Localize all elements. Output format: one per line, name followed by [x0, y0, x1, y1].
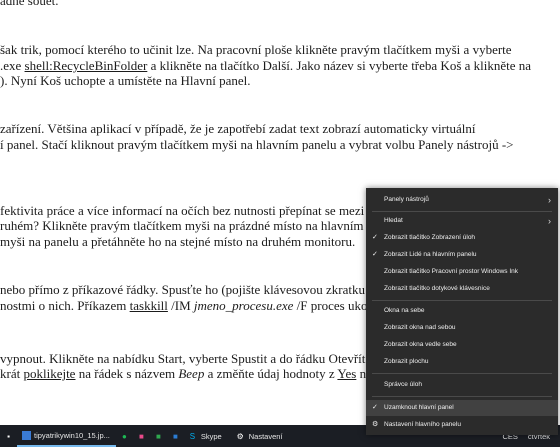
window-icon: ▪: [7, 431, 10, 441]
menu-item-touch-keyboard[interactable]: Zobrazit tlačítko dotykové klávesnice: [366, 281, 558, 297]
chevron-right-icon: ›: [548, 216, 551, 226]
taskbar-app-blue[interactable]: ■: [167, 425, 184, 447]
menu-item-people[interactable]: ✓ Zobrazit Lidé na hlavním panelu: [366, 247, 558, 263]
menu-item-windows-ink[interactable]: Zobrazit tlačítko Pracovní prostor Windo…: [366, 264, 558, 280]
menu-separator: [372, 300, 552, 301]
text-line: myši na panelu a přetáhněte ho na stejné…: [0, 234, 356, 249]
text-line: krát poklikejte na řádek s názvem Beep a…: [0, 366, 372, 381]
check-icon: ✓: [372, 404, 378, 411]
taskbar-context-menu: Panely nástrojů › Hledat › ✓ Zobrazit tl…: [366, 188, 558, 435]
poklikejte-link[interactable]: poklikejte: [23, 366, 75, 381]
text-line: ). Nyní Koš uchopte a umístěte na Hlavní…: [0, 73, 251, 88]
app-icon: ■: [138, 431, 144, 441]
command-link[interactable]: shell:RecycleBinFolder: [25, 58, 148, 73]
check-icon: ✓: [372, 251, 378, 258]
text-line: šak trik, pomocí kterého to učinit lze. …: [0, 42, 512, 57]
menu-item-lock-taskbar[interactable]: ✓ Uzamknout hlavní panel: [366, 400, 558, 416]
app-icon: ■: [155, 431, 161, 441]
taskbar-settings[interactable]: ⚙ Nastavení: [228, 425, 283, 447]
menu-item-stacked[interactable]: Zobrazit okna nad sebou: [366, 320, 558, 336]
text-line: nebo přímo z příkazové řádky. Spusťte ho…: [0, 282, 366, 297]
text-line: zařízení. Většina aplikací v případě, že…: [0, 121, 476, 136]
taskbar-spotify[interactable]: ●: [116, 425, 133, 447]
text-line: nostmi o nich. Příkazem taskkill /IM jme…: [0, 298, 368, 313]
yes-link[interactable]: Yes: [337, 366, 356, 381]
spotify-icon: ●: [121, 431, 127, 441]
menu-item-cascade[interactable]: Okna na sebe: [366, 303, 558, 319]
skype-label: Skype: [200, 431, 222, 441]
text-line: .exe shell:RecycleBinFolder a klikněte n…: [0, 58, 532, 73]
menu-item-task-view[interactable]: ✓ Zobrazit tlačítko Zobrazení úloh: [366, 230, 558, 246]
text-line: í panel. Stačí kliknout pravým tlačítkem…: [0, 137, 514, 152]
settings-label: Nastavení: [248, 431, 283, 441]
taskbar-skype[interactable]: S Skype: [184, 425, 228, 447]
taskbar-task-label: tipyatrikywin10_15.jp...: [34, 430, 110, 440]
image-icon: [22, 430, 31, 440]
gear-icon: ⚙: [372, 421, 379, 428]
text-line: ruhém? Klikněte pravým tlačítkem myši na…: [0, 218, 380, 233]
menu-item-search[interactable]: Hledat ›: [366, 213, 558, 229]
menu-item-task-manager[interactable]: Správce úloh: [366, 377, 558, 393]
taskbar-app-pink[interactable]: ■: [133, 425, 150, 447]
taskkill-link[interactable]: taskkill: [130, 298, 168, 313]
menu-item-toolbars[interactable]: Panely nástrojů ›: [366, 192, 558, 208]
menu-separator: [372, 211, 552, 212]
taskbar-app-partial[interactable]: ▪: [0, 425, 17, 447]
menu-item-show-desktop[interactable]: Zobrazit plochu: [366, 354, 558, 370]
menu-separator: [372, 396, 552, 397]
check-icon: ✓: [372, 234, 378, 241]
text-line: ádne souet.: [0, 0, 59, 8]
menu-item-taskbar-settings[interactable]: ⚙ Nastavení hlavního panelu: [366, 417, 558, 433]
skype-icon: S: [189, 431, 196, 441]
menu-item-side-by-side[interactable]: Zobrazit okna vedle sebe: [366, 337, 558, 353]
menu-separator: [372, 373, 552, 374]
chevron-right-icon: ›: [548, 195, 551, 205]
text-line: fektivita práce a více informací na očíc…: [0, 203, 374, 218]
gear-icon: ⚙: [236, 431, 244, 441]
taskbar-task-image[interactable]: tipyatrikywin10_15.jp...: [17, 425, 116, 447]
taskbar-app-green[interactable]: ■: [150, 425, 167, 447]
app-icon: ■: [172, 431, 178, 441]
text-line: vypnout. Klikněte na nabídku Start, vybe…: [0, 351, 366, 366]
